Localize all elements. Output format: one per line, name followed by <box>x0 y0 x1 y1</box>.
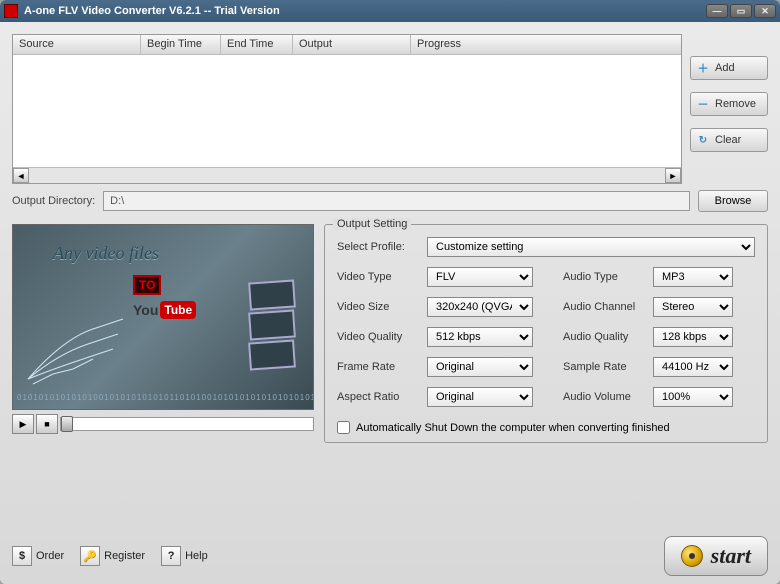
scroll-right-icon[interactable]: ► <box>665 168 681 183</box>
preview-thumbnails <box>249 281 295 369</box>
file-list[interactable]: Source Begin Time End Time Output Progre… <box>12 34 682 184</box>
sample-rate-label: Sample Rate <box>563 361 647 373</box>
middle-area: Any video files TO You Tube 010101010101… <box>12 224 768 443</box>
audio-channel-label: Audio Channel <box>563 301 647 313</box>
dollar-icon: $ <box>12 546 32 566</box>
minimize-button[interactable]: — <box>706 4 728 18</box>
seek-thumb[interactable] <box>61 416 73 432</box>
filelist-wrap: Source Begin Time End Time Output Progre… <box>12 34 682 184</box>
file-list-header: Source Begin Time End Time Output Progre… <box>13 35 681 55</box>
player-controls: ▶ ■ <box>12 414 314 434</box>
select-profile-dropdown[interactable]: Customize setting <box>427 237 755 257</box>
close-button[interactable]: ✕ <box>754 4 776 18</box>
preview-text-1: Any video files <box>53 243 159 264</box>
plus-icon: ＋ <box>697 62 709 74</box>
aspect-ratio-dropdown[interactable]: Original <box>427 387 533 407</box>
video-size-label: Video Size <box>337 301 421 313</box>
select-profile-label: Select Profile: <box>337 241 421 253</box>
add-label: Add <box>715 62 735 74</box>
video-quality-label: Video Quality <box>337 331 421 343</box>
start-label: start <box>711 543 751 569</box>
preview-wrap: Any video files TO You Tube 010101010101… <box>12 224 314 443</box>
audio-type-dropdown[interactable]: MP3 <box>653 267 733 287</box>
titlebar: A-one FLV Video Converter V6.2.1 -- Tria… <box>0 0 780 22</box>
audio-volume-dropdown[interactable]: 100% <box>653 387 733 407</box>
preview-image: Any video files TO You Tube 010101010101… <box>12 224 314 410</box>
audio-type-label: Audio Type <box>563 271 647 283</box>
horizontal-scrollbar[interactable]: ◄ ► <box>13 167 681 183</box>
col-progress[interactable]: Progress <box>411 35 681 54</box>
output-setting-legend: Output Setting <box>333 218 411 230</box>
frame-rate-label: Frame Rate <box>337 361 421 373</box>
auto-shutdown-checkbox[interactable] <box>337 421 350 434</box>
play-button[interactable]: ▶ <box>12 414 34 434</box>
add-button[interactable]: ＋ Add <box>690 56 768 80</box>
scroll-track[interactable] <box>29 168 665 183</box>
youtube-tube: Tube <box>160 301 196 319</box>
preview-text-to: TO <box>133 275 161 295</box>
register-label: Register <box>104 550 145 562</box>
app-window: A-one FLV Video Converter V6.2.1 -- Tria… <box>0 0 780 584</box>
sample-rate-dropdown[interactable]: 44100 Hz <box>653 357 733 377</box>
maximize-button[interactable]: ▭ <box>730 4 752 18</box>
wireframe-hand-icon <box>23 299 153 389</box>
video-type-dropdown[interactable]: FLV <box>427 267 533 287</box>
clear-button[interactable]: ↻ Clear <box>690 128 768 152</box>
remove-label: Remove <box>715 98 756 110</box>
video-type-label: Video Type <box>337 271 421 283</box>
col-output[interactable]: Output <box>293 35 411 54</box>
output-directory-row: Output Directory: Browse <box>12 190 768 212</box>
col-begin[interactable]: Begin Time <box>141 35 221 54</box>
col-source[interactable]: Source <box>13 35 141 54</box>
order-link[interactable]: $ Order <box>12 546 64 566</box>
audio-channel-dropdown[interactable]: Stereo <box>653 297 733 317</box>
output-setting-group: Output Setting Select Profile: Customize… <box>324 224 768 443</box>
app-icon <box>4 4 18 18</box>
remove-button[interactable]: － Remove <box>690 92 768 116</box>
footer: $ Order 🔑 Register ? Help start <box>12 522 768 576</box>
help-link[interactable]: ? Help <box>161 546 208 566</box>
clear-label: Clear <box>715 134 741 146</box>
seek-bar[interactable] <box>60 417 314 431</box>
content-area: Source Begin Time End Time Output Progre… <box>0 22 780 584</box>
aspect-ratio-label: Aspect Ratio <box>337 391 421 403</box>
key-icon: 🔑 <box>80 546 100 566</box>
help-label: Help <box>185 550 208 562</box>
question-icon: ? <box>161 546 181 566</box>
window-buttons: — ▭ ✕ <box>706 4 776 18</box>
window-title: A-one FLV Video Converter V6.2.1 -- Tria… <box>24 5 706 17</box>
disc-icon <box>681 545 703 567</box>
output-directory-label: Output Directory: <box>12 195 95 207</box>
start-button[interactable]: start <box>664 536 768 576</box>
side-buttons: ＋ Add － Remove ↻ Clear <box>690 34 768 184</box>
auto-shutdown-label: Automatically Shut Down the computer whe… <box>356 422 670 434</box>
col-end[interactable]: End Time <box>221 35 293 54</box>
frame-rate-dropdown[interactable]: Original <box>427 357 533 377</box>
audio-quality-label: Audio Quality <box>563 331 647 343</box>
register-link[interactable]: 🔑 Register <box>80 546 145 566</box>
top-area: Source Begin Time End Time Output Progre… <box>12 34 768 184</box>
audio-volume-label: Audio Volume <box>563 391 647 403</box>
binary-decoration: 0101010101010100101010101010110101001010… <box>13 389 313 409</box>
video-quality-dropdown[interactable]: 512 kbps <box>427 327 533 347</box>
refresh-icon: ↻ <box>697 134 709 146</box>
stop-button[interactable]: ■ <box>36 414 58 434</box>
output-directory-input[interactable] <box>103 191 690 211</box>
browse-button[interactable]: Browse <box>698 190 768 212</box>
audio-quality-dropdown[interactable]: 128 kbps <box>653 327 733 347</box>
video-size-dropdown[interactable]: 320x240 (QVGA) <box>427 297 533 317</box>
scroll-left-icon[interactable]: ◄ <box>13 168 29 183</box>
order-label: Order <box>36 550 64 562</box>
minus-icon: － <box>697 98 709 110</box>
